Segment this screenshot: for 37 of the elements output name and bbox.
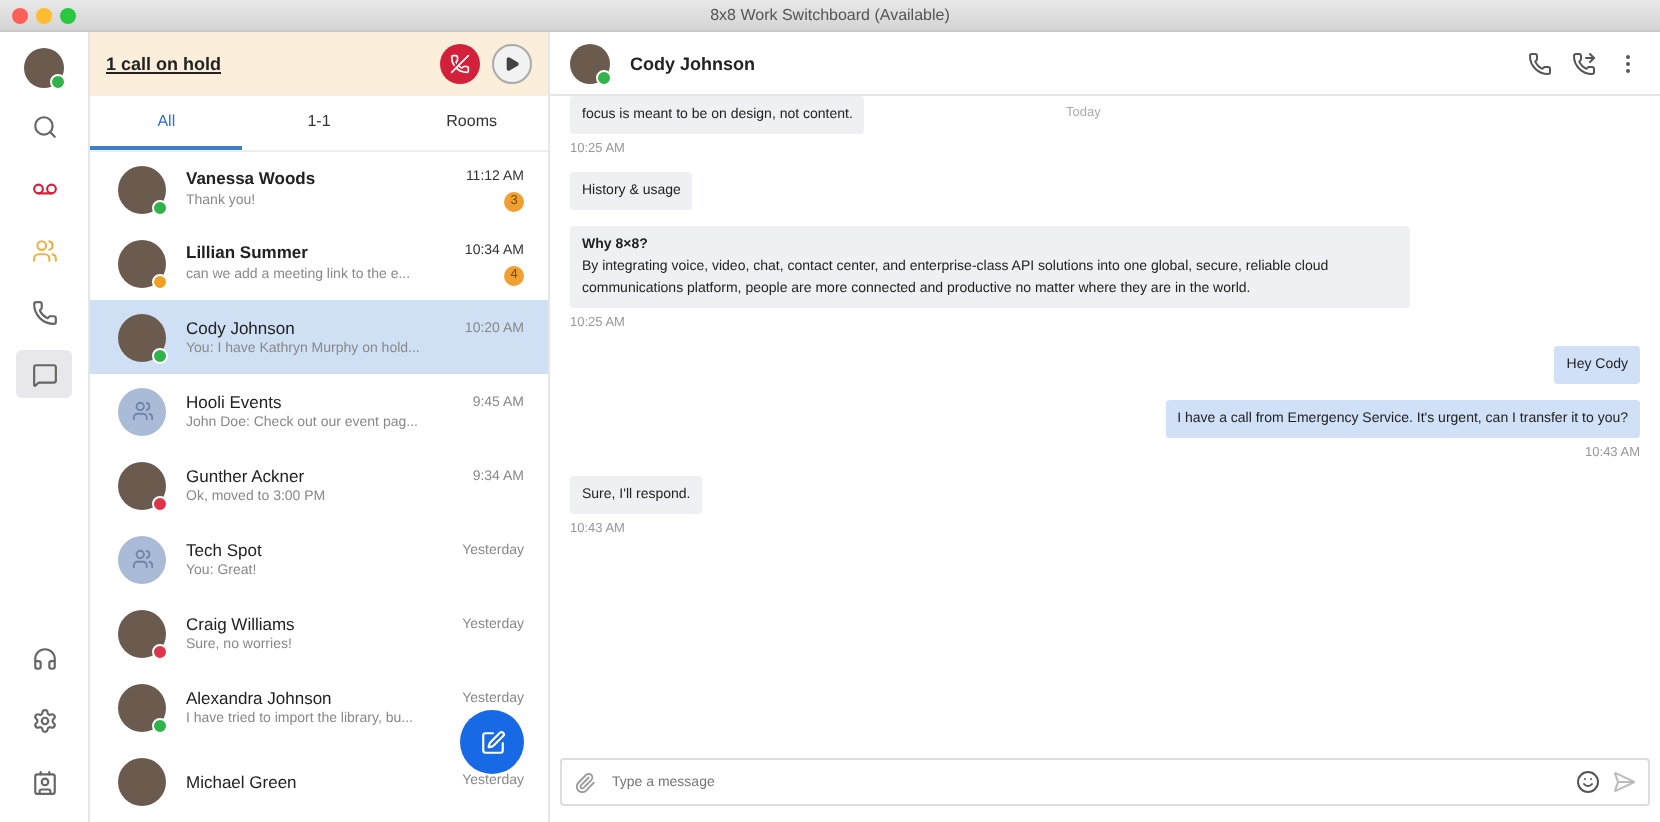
contact-name: Craig Williams (186, 614, 295, 634)
paperclip-icon[interactable] (574, 771, 596, 793)
filter-tab[interactable]: 1-1 (242, 96, 396, 150)
status-dot (596, 69, 612, 85)
chat-icon (31, 361, 57, 387)
calls-on-hold-link[interactable]: 1 call on hold (106, 54, 428, 74)
compose-icon (479, 729, 505, 755)
contact-name: Alexandra Johnson (186, 688, 332, 708)
transfer-icon[interactable] (1572, 51, 1596, 75)
emoji-icon[interactable] (1576, 770, 1600, 794)
profile-avatar[interactable] (24, 48, 64, 88)
contact-name: Tech Spot (186, 540, 262, 560)
contact-name: Lillian Summer (186, 241, 308, 261)
group-icon (131, 548, 153, 570)
window-title: 8x8 Work Switchboard (Available) (710, 6, 952, 24)
phone-icon[interactable] (1528, 51, 1552, 75)
search-icon (31, 113, 57, 139)
group-icon (131, 400, 153, 422)
phone-icon (31, 299, 57, 325)
profile-icon (31, 769, 57, 795)
resume-button[interactable] (492, 44, 532, 84)
play-icon (504, 56, 520, 72)
contact-name: Gunther Ackner (186, 466, 305, 486)
status-dot (50, 74, 66, 90)
chat-button[interactable] (16, 350, 72, 398)
headset-icon (31, 645, 57, 671)
contact-name: Michael Green (186, 771, 297, 791)
filter-tab[interactable]: Rooms (395, 96, 548, 150)
hang-up-button[interactable] (440, 44, 480, 84)
contact-name: Cody Johnson (186, 318, 295, 338)
chat-contact-name: Cody Johnson (630, 53, 757, 73)
contact-name: Vanessa Woods (186, 167, 316, 187)
phone-off-icon (450, 54, 470, 74)
photo-placeholder (118, 757, 166, 805)
contact-name: Hooli Events (186, 392, 282, 412)
contacts-icon (31, 237, 57, 263)
settings-icon (31, 707, 57, 733)
